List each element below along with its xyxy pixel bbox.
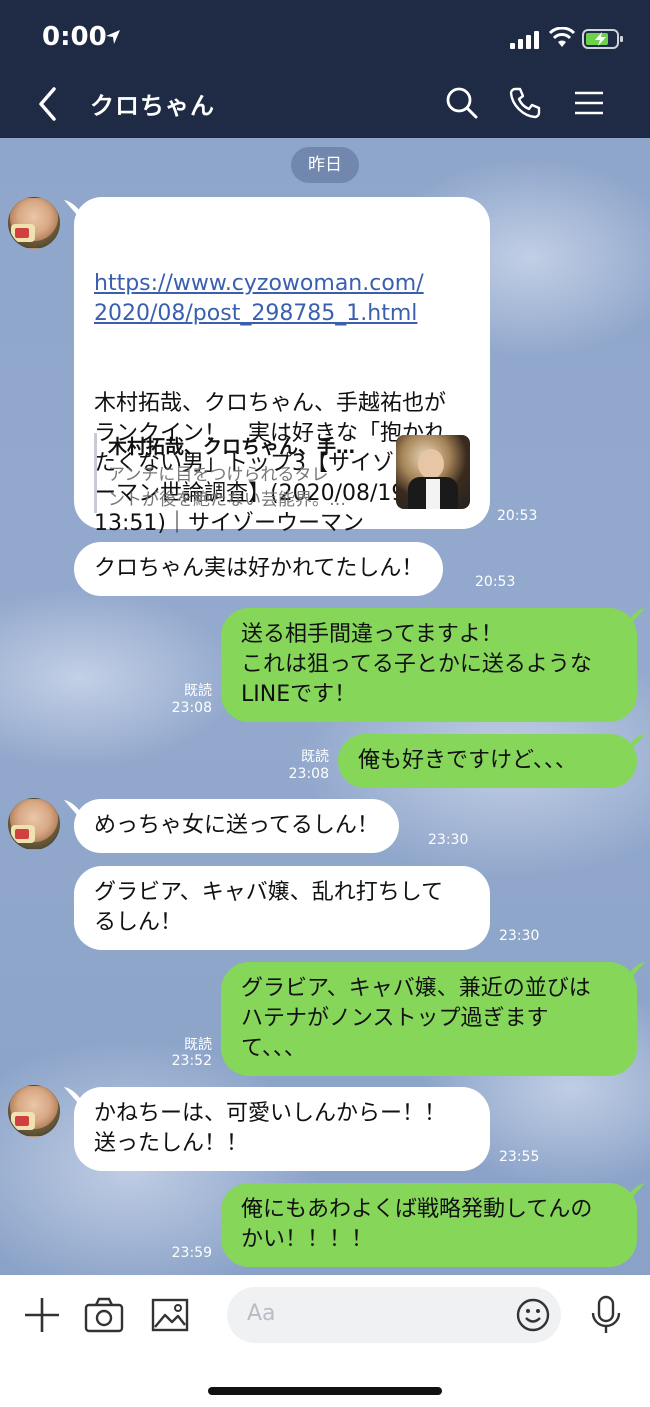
message-bubble-outgoing[interactable]: 送る相手間違ってますよ！ これは狙ってる子とかに送るような LINEです！ [221, 608, 637, 722]
bubble-tail [627, 962, 645, 978]
message-bubble[interactable]: クロちゃん実は好かれてたしん！ [74, 542, 444, 596]
chat-header: 0:00 クロちゃん [0, 0, 650, 138]
back-chevron-icon[interactable] [34, 86, 64, 122]
message-time: 23:30 [499, 928, 540, 944]
message-time: 23:55 [499, 1149, 540, 1165]
message-bubble-outgoing[interactable]: 俺も好きですけど、、、 [338, 734, 637, 788]
battery-charging-icon [582, 29, 623, 49]
camera-icon[interactable] [84, 1295, 124, 1335]
message-time: 23:08 [171, 700, 212, 716]
image-icon[interactable] [150, 1295, 190, 1335]
message-bubble[interactable]: めっちゃ女に送ってるしん！ [74, 799, 399, 853]
read-receipt: 既読 [301, 749, 329, 765]
message-bubble-outgoing[interactable]: グラビア、キャバ嬢、兼近の並びは ハテナがノンストップ過ぎます て、、、 [221, 962, 637, 1076]
message-time: 20:53 [475, 574, 516, 590]
message-bubble-outgoing[interactable]: 俺にもあわよくば戦略発動してんの かい！！！！ [221, 1183, 637, 1267]
bubble-tail [627, 734, 645, 750]
avatar[interactable] [8, 197, 60, 249]
preview-title: 木村拓哉、クロちゃん、手… [108, 436, 356, 458]
message-time: 20:53 [497, 508, 538, 524]
avatar[interactable] [8, 1085, 60, 1137]
message-bubble[interactable]: グラビア、キャバ嬢、乱れ打ちして るしん！ [74, 866, 490, 950]
preview-thumbnail-image [396, 435, 470, 509]
cellular-signal-icon [510, 31, 539, 49]
message-input-bar: Aa [0, 1275, 650, 1407]
status-time: 0:00 [42, 22, 107, 52]
chat-messages-area[interactable]: 昨日 https://www.cyzowoman.com/ 2020/08/po… [0, 138, 650, 1275]
preview-accent-bar [94, 433, 97, 513]
bubble-tail [627, 1183, 645, 1199]
avatar[interactable] [8, 798, 60, 850]
phone-icon[interactable] [508, 86, 542, 120]
microphone-icon[interactable] [588, 1295, 624, 1335]
preview-description: アンチに目をつけられるタレ ントが後を絶たない芸能界。… [108, 465, 346, 510]
chat-title: クロちゃん [90, 92, 215, 120]
emoji-icon[interactable] [515, 1297, 551, 1333]
input-placeholder: Aa [247, 1301, 276, 1326]
home-indicator [208, 1387, 442, 1395]
plus-icon[interactable] [22, 1295, 62, 1335]
message-time: 23:08 [288, 766, 329, 782]
message-time: 23:30 [428, 832, 469, 848]
message-input[interactable]: Aa [227, 1287, 561, 1343]
link-preview-card[interactable]: 木村拓哉、クロちゃん、手… アンチに目をつけられるタレ ントが後を絶たない芸能界… [94, 433, 472, 513]
message-link[interactable]: https://www.cyzowoman.com/ 2020/08/post_… [94, 269, 470, 329]
wifi-icon [548, 27, 576, 47]
search-icon[interactable] [445, 86, 479, 120]
read-receipt: 既読 [184, 683, 212, 699]
message-bubble[interactable]: かねちーは、可愛いしんからー！！ 送ったしん！！ [74, 1087, 490, 1171]
date-divider: 昨日 [291, 147, 359, 183]
menu-icon[interactable] [572, 86, 606, 120]
message-time: 23:59 [171, 1245, 212, 1261]
bubble-tail [627, 608, 645, 624]
message-time: 23:52 [171, 1053, 212, 1069]
location-arrow-icon [106, 30, 120, 44]
